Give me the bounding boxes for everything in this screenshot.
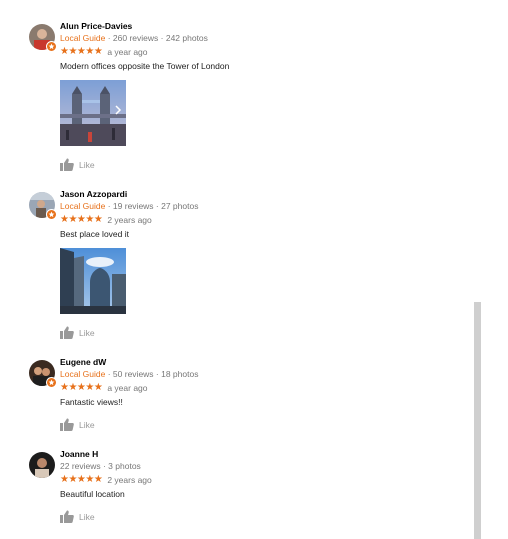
review-time: a year ago xyxy=(107,383,148,393)
thumbs-up-icon xyxy=(60,326,74,339)
like-label: Like xyxy=(79,419,95,430)
local-guide-label: Local Guide xyxy=(60,369,106,379)
review-text: Fantastic views!! xyxy=(60,397,123,407)
star-rating: ★★★★★ xyxy=(60,214,103,225)
thumbs-up-icon xyxy=(60,510,74,523)
star-rating: ★★★★★ xyxy=(60,474,103,485)
reviewer-stats: · 19 reviews · 27 photos xyxy=(105,201,199,211)
reviewer-name[interactable]: Joanne H xyxy=(60,449,98,459)
review-time: a year ago xyxy=(107,47,148,57)
review-rating: ★★★★★ 2 years ago xyxy=(60,214,152,226)
reviewer-meta: Local Guide · 50 reviews · 18 photos xyxy=(60,369,198,379)
avatar[interactable] xyxy=(29,24,57,52)
reviewer-stats: · 50 reviews · 18 photos xyxy=(105,369,199,379)
reviewer-name[interactable]: Alun Price-Davies xyxy=(60,21,132,31)
like-label: Like xyxy=(79,327,95,338)
scrollbar[interactable] xyxy=(474,302,481,539)
like-label: Like xyxy=(79,159,95,170)
review-time: 2 years ago xyxy=(107,475,152,485)
review-photo[interactable] xyxy=(60,248,126,314)
like-button[interactable]: Like xyxy=(60,510,95,523)
local-guide-label: Local Guide xyxy=(60,201,106,211)
local-guide-badge-icon xyxy=(46,41,57,52)
review-rating: ★★★★★ a year ago xyxy=(60,382,148,394)
like-label: Like xyxy=(79,511,95,522)
review-text: Modern offices opposite the Tower of Lon… xyxy=(60,61,230,71)
local-guide-label: Local Guide xyxy=(60,33,106,43)
review-text: Beautiful location xyxy=(60,489,125,499)
review-photo[interactable] xyxy=(60,80,126,146)
reviewer-meta: Local Guide · 19 reviews · 27 photos xyxy=(60,201,198,211)
review-rating: ★★★★★ a year ago xyxy=(60,46,148,58)
local-guide-badge-icon xyxy=(46,377,57,388)
thumbs-up-icon xyxy=(60,418,74,431)
thumbs-up-icon xyxy=(60,158,74,171)
avatar[interactable] xyxy=(29,452,55,478)
like-button[interactable]: Like xyxy=(60,158,95,171)
avatar[interactable] xyxy=(29,192,57,220)
like-button[interactable]: Like xyxy=(60,326,95,339)
local-guide-badge-icon xyxy=(46,209,57,220)
review-rating: ★★★★★ 2 years ago xyxy=(60,474,152,486)
reviewer-name[interactable]: Eugene dW xyxy=(60,357,106,367)
reviewer-meta: Local Guide · 260 reviews · 242 photos xyxy=(60,33,208,43)
review-time: 2 years ago xyxy=(107,215,152,225)
star-rating: ★★★★★ xyxy=(60,382,103,393)
reviewer-stats: 22 reviews · 3 photos xyxy=(60,461,141,471)
avatar[interactable] xyxy=(29,360,57,388)
like-button[interactable]: Like xyxy=(60,418,95,431)
review-text: Best place loved it xyxy=(60,229,129,239)
star-rating: ★★★★★ xyxy=(60,46,103,57)
reviewer-stats: · 260 reviews · 242 photos xyxy=(105,33,208,43)
reviewer-name[interactable]: Jason Azzopardi xyxy=(60,189,127,199)
